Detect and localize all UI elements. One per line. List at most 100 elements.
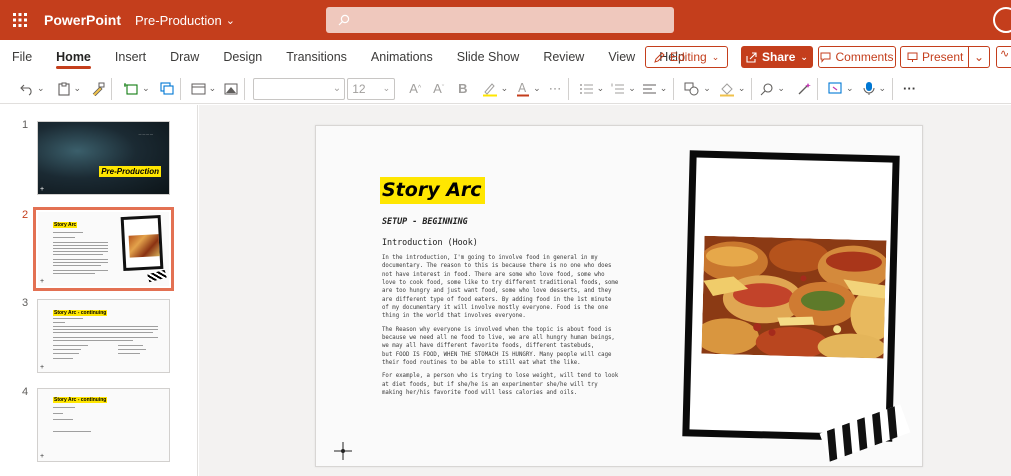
tape-decoration (147, 269, 167, 283)
chevron-down-icon[interactable]: ⌄ (738, 83, 746, 94)
body-paragraph: For example, a person who is trying to l… (382, 373, 619, 397)
chevron-down-icon[interactable]: ⌄ (37, 83, 45, 94)
slide-thumbnails-pane: 1 — — — — Pre-Production + 2 Story Arc +… (0, 105, 198, 476)
thumbnail-title: Story Arc (53, 222, 78, 228)
tab-home[interactable]: Home (44, 40, 103, 74)
slide-thumbnail-1[interactable]: — — — — Pre-Production + (37, 121, 170, 195)
separator (567, 77, 569, 100)
body-paragraph: The Reason why everyone is involved when… (382, 326, 615, 367)
activity-icon[interactable]: ∿ (996, 46, 1011, 68)
text-line (53, 242, 108, 243)
chevron-down-icon[interactable]: ⌄ (777, 83, 785, 94)
chevron-down-icon[interactable]: ⌄ (703, 83, 711, 94)
chevron-down-icon[interactable]: ⌄ (209, 83, 217, 94)
decrease-font-icon[interactable]: Aˇ (433, 77, 444, 101)
slide-thumbnail-4[interactable]: Story Arc - continuing + (37, 388, 170, 462)
avatar[interactable] (993, 7, 1011, 33)
share-button[interactable]: Share ⌄ (741, 46, 813, 68)
present-button[interactable]: Present ⌄ (900, 46, 990, 68)
crosshair-icon: + (40, 278, 45, 285)
bold-icon[interactable]: B (458, 77, 467, 101)
text-line (53, 349, 81, 350)
paste-icon[interactable] (57, 77, 71, 101)
chevron-down-icon: ⌄ (711, 51, 720, 62)
chevron-down-icon[interactable]: ⌄ (878, 83, 886, 94)
overflow-icon[interactable]: ··· (903, 77, 916, 101)
share-icon (746, 51, 757, 63)
tab-design[interactable]: Design (211, 40, 274, 74)
body-paragraph: In the introduction, I'm going to involv… (382, 255, 619, 320)
font-size-dropdown[interactable]: 12 ⌄ (347, 77, 396, 100)
new-slide-icon[interactable] (124, 77, 139, 101)
designer-icon[interactable] (797, 77, 811, 101)
more-icon[interactable]: ⋯ (549, 77, 562, 101)
thumbnail-number: 2 (22, 209, 29, 221)
comments-button[interactable]: Comments (818, 46, 896, 68)
tab-draw[interactable]: Draw (158, 40, 211, 74)
tab-file[interactable]: File (0, 40, 44, 74)
text-line (53, 353, 79, 354)
chevron-down-icon: ⌄ (800, 51, 808, 62)
tab-view[interactable]: View (596, 40, 647, 74)
text-line (53, 254, 103, 255)
chevron-down-icon[interactable]: ⌄ (501, 83, 509, 94)
chevron-down-icon[interactable]: ⌄ (660, 83, 668, 94)
chevron-down-icon[interactable]: ⌄ (533, 83, 541, 94)
slide-thumbnail-3[interactable]: Story Arc - continuing + (37, 299, 170, 373)
text-line (53, 259, 108, 260)
app-name[interactable]: PowerPoint (44, 12, 121, 28)
tab-transitions[interactable]: Transitions (274, 40, 359, 74)
editing-mode-button[interactable]: Editing ⌄ (645, 46, 729, 68)
find-icon[interactable] (760, 77, 774, 101)
present-dropdown[interactable]: ⌄ (969, 50, 989, 64)
dictate-icon[interactable] (863, 77, 875, 101)
fill-icon[interactable] (719, 77, 735, 101)
bullets-icon[interactable] (579, 77, 594, 101)
food-image (128, 234, 160, 258)
format-painter-icon[interactable] (91, 77, 105, 101)
font-color-icon[interactable]: A (516, 77, 530, 101)
text-line (53, 248, 108, 249)
tab-review[interactable]: Review (531, 40, 596, 74)
font-family-dropdown[interactable]: ⌄ (253, 77, 346, 100)
tab-animations[interactable]: Animations (359, 40, 445, 74)
chevron-down-icon[interactable]: ⌄ (74, 83, 82, 94)
reuse-slides-icon[interactable] (160, 77, 174, 101)
shapes-icon[interactable] (684, 77, 700, 101)
slide-title[interactable]: Story Arc (380, 177, 485, 204)
app-launcher-icon[interactable] (0, 0, 40, 40)
crosshair-icon: + (40, 453, 45, 460)
design-ideas-icon[interactable] (828, 77, 843, 101)
slide-subtitle[interactable]: SETUP - BEGINNING (382, 216, 468, 226)
text-line (53, 431, 91, 432)
thumbnail-number: 3 (22, 297, 29, 309)
highlight-icon[interactable] (482, 77, 498, 101)
chevron-down-icon[interactable]: ⌄ (142, 83, 150, 94)
search-input[interactable] (326, 7, 674, 33)
text-line (53, 329, 158, 330)
tab-slide-show[interactable]: Slide Show (445, 40, 532, 74)
document-name[interactable]: Pre-Production ⌄ (135, 13, 235, 28)
undo-icon[interactable] (20, 77, 34, 101)
current-slide[interactable]: Story Arc SETUP - BEGINNING Introduction… (315, 125, 923, 467)
chevron-down-icon[interactable]: ⌄ (846, 83, 854, 94)
comment-icon (820, 52, 831, 63)
slide-body-text[interactable]: In the introduction, I'm going to involv… (382, 254, 658, 403)
numbering-icon[interactable] (610, 77, 625, 101)
tab-insert[interactable]: Insert (103, 40, 158, 74)
layout-icon[interactable] (191, 77, 206, 101)
align-icon[interactable] (642, 77, 657, 101)
text-line (53, 322, 65, 323)
chevron-down-icon[interactable]: ⌄ (597, 83, 605, 94)
text-line (53, 358, 73, 359)
text-line (53, 265, 101, 266)
slide-thumbnail-2[interactable]: Story Arc + (33, 207, 174, 291)
increase-font-icon[interactable]: A ^ (409, 77, 421, 101)
chevron-down-icon[interactable]: ⌄ (628, 83, 636, 94)
food-image[interactable] (701, 235, 887, 359)
slide-heading[interactable]: Introduction (Hook) (382, 237, 478, 247)
photo-frame[interactable] (682, 150, 900, 442)
present-main[interactable]: Present (901, 47, 969, 67)
picture-icon[interactable] (224, 77, 238, 101)
font-size-value: 12 (352, 81, 366, 96)
